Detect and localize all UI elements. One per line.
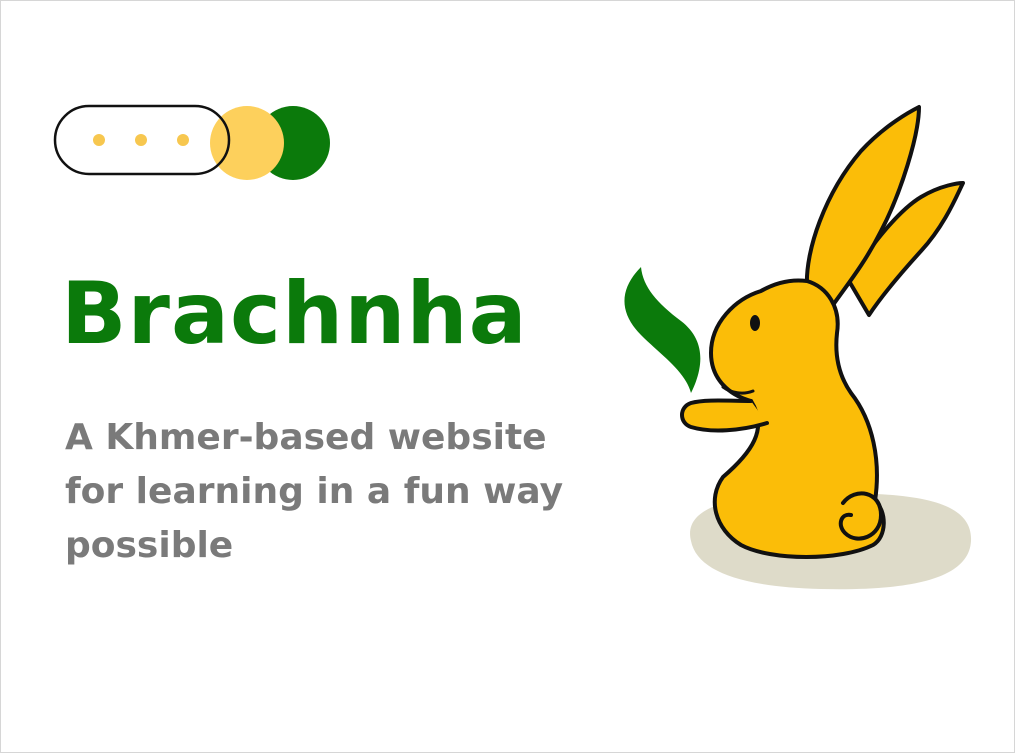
rabbit-tail: [838, 491, 884, 541]
logo-mark: [53, 103, 333, 183]
brand-title: Brachnha: [61, 264, 528, 364]
mascot-illustration: [611, 101, 981, 601]
page-frame: Brachnha A Khmer-based website for learn…: [0, 0, 1015, 753]
brand-tagline: A Khmer-based website for learning in a …: [65, 417, 564, 566]
rabbit-with-leaf-icon: [624, 105, 972, 590]
rabbit-eye: [750, 315, 760, 331]
leaf-icon: [624, 267, 701, 393]
chat-bubble-dots-icon: [53, 104, 330, 180]
